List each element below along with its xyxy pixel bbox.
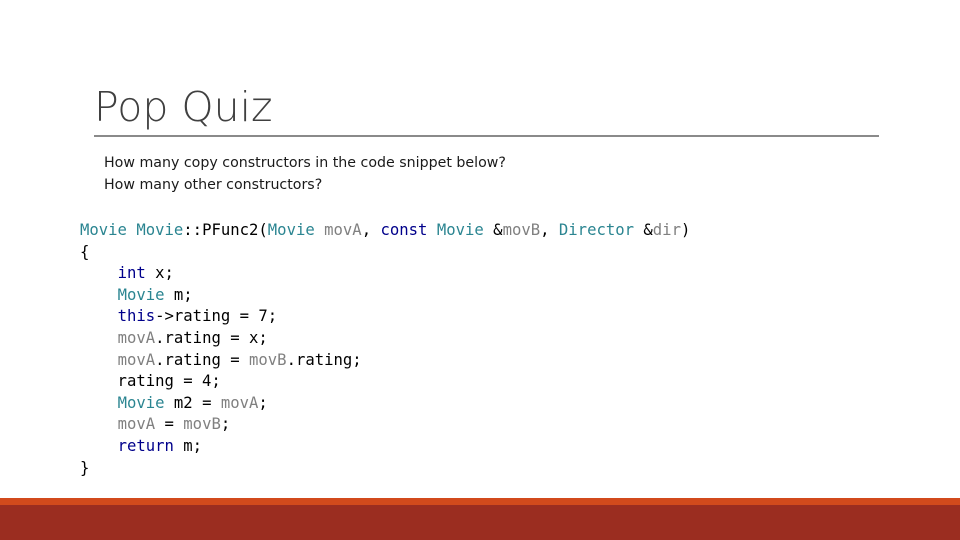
code-keyword-token: this — [117, 307, 156, 326]
question-block: How many copy constructors in the code s… — [104, 152, 506, 196]
code-parameter-token: movA — [324, 221, 362, 239]
code-parameter-token: movA — [117, 328, 156, 347]
question-line-1: How many copy constructors in the code s… — [104, 155, 506, 171]
code-text-token: } — [80, 458, 90, 477]
code-text-token: , — [361, 221, 381, 239]
code-text-token: ->rating = 7; — [155, 307, 278, 326]
code-text-token: & — [634, 221, 653, 239]
code-text-token: ; — [220, 415, 231, 434]
footer-band — [0, 505, 960, 540]
code-parameter-token: movB — [183, 415, 221, 434]
code-type-token: Director — [558, 221, 635, 239]
code-text-token: .rating = x; — [155, 328, 268, 347]
code-line: Movie m; — [80, 285, 690, 307]
code-text-token: x; — [145, 264, 174, 283]
code-text-token: { — [80, 242, 90, 261]
code-type-token: Movie — [136, 221, 184, 239]
question-line-2: How many other constructors? — [104, 177, 323, 193]
code-type-token: Movie — [117, 285, 165, 304]
code-type-token: Movie — [436, 221, 484, 239]
code-line: this->rating = 7; — [80, 306, 690, 328]
code-text-token: .rating; — [286, 350, 362, 369]
title-divider — [94, 135, 879, 137]
code-line: Movie Movie::PFunc2(Movie movA, const Mo… — [80, 220, 690, 242]
code-line: movA = movB; — [80, 414, 690, 436]
code-snippet: Movie Movie::PFunc2(Movie movA, const Mo… — [80, 220, 690, 479]
code-keyword-token: int — [117, 264, 146, 283]
code-line: { — [80, 242, 690, 264]
code-text-token: = — [155, 415, 184, 434]
code-parameter-token: movB — [249, 350, 287, 369]
code-parameter-token: dir — [652, 221, 681, 239]
code-parameter-token: movA — [117, 350, 156, 369]
code-line: } — [80, 458, 690, 480]
code-text-token: .rating = — [155, 350, 250, 369]
code-text-token: ::PFunc2( — [183, 221, 268, 239]
code-type-token: Movie — [80, 221, 127, 239]
code-text-token: m2 = — [164, 393, 221, 412]
code-parameter-token: movB — [502, 221, 541, 239]
code-line: Movie m2 = movA; — [80, 393, 690, 415]
code-text-token: & — [483, 221, 503, 239]
code-text-token: m; — [173, 436, 203, 455]
code-text-token: ) — [680, 221, 691, 239]
code-line: rating = 4; — [80, 371, 690, 393]
code-text-token: ; — [258, 393, 268, 412]
footer-accent-stripe — [0, 498, 960, 505]
code-text-token: m; — [164, 285, 193, 304]
code-line: movA.rating = x; — [80, 328, 690, 350]
code-parameter-token: movA — [117, 415, 156, 434]
slide-title: Pop Quiz — [94, 83, 273, 131]
code-parameter-token: movA — [220, 393, 259, 412]
code-keyword-token: return — [117, 436, 174, 455]
code-line: movA.rating = movB.rating; — [80, 350, 690, 372]
code-line: return m; — [80, 436, 690, 458]
code-keyword-token: const — [380, 221, 428, 239]
code-line: int x; — [80, 263, 690, 285]
code-text-token: rating = 4; — [80, 372, 221, 391]
code-text-token: , — [540, 221, 559, 239]
code-type-token: Movie — [117, 393, 165, 412]
code-type-token: Movie — [267, 221, 315, 239]
